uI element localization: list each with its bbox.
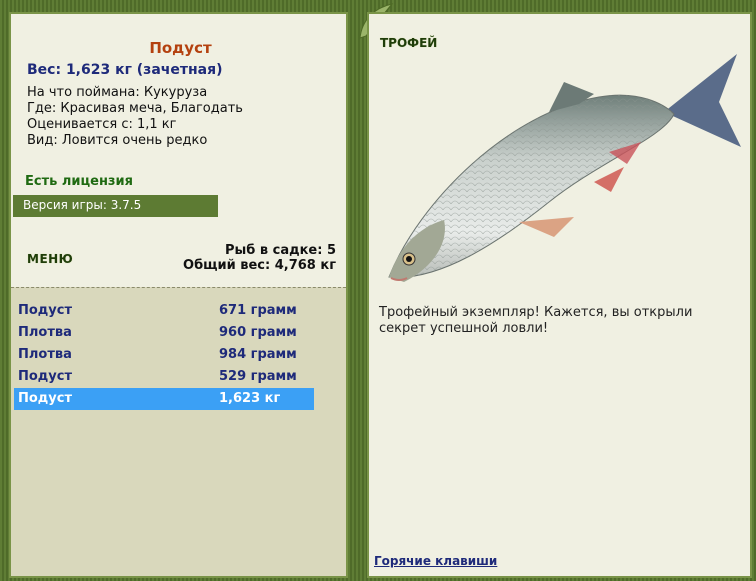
catch-name: Плотва <box>18 325 72 340</box>
license-status: Есть лицензия <box>25 174 133 189</box>
catch-name: Подуст <box>18 369 73 384</box>
list-item[interactable]: Плотва 960 грамм <box>14 322 314 344</box>
catch-name: Плотва <box>18 347 72 362</box>
bait-info: На что поймана: Кукуруза <box>27 85 208 100</box>
location-info: Где: Красивая меча, Благодать <box>27 101 243 116</box>
score-threshold-info: Оценивается с: 1,1 кг <box>27 117 177 132</box>
trophy-message: Трофейный экземпляр! Кажется, вы открыли… <box>379 305 693 336</box>
rarity-info: Вид: Ловится очень редко <box>27 133 208 148</box>
catch-weight-value: 984 грамм <box>219 347 297 362</box>
catch-weight-value: 671 грамм <box>219 303 297 318</box>
catch-weight: Вес: 1,623 кг (зачетная) <box>27 62 223 78</box>
catch-weight-value: 960 грамм <box>219 325 297 340</box>
keep-net-stats: Рыб в садке: 5 Общий вес: 4,768 кг <box>183 243 336 273</box>
menu-button[interactable]: МЕНЮ <box>27 252 73 266</box>
trophy-panel: ТРОФЕЙ Трофейный экземпляр! Кажется, вы … <box>367 12 752 578</box>
keep-count: Рыб в садке: 5 <box>224 243 336 258</box>
catch-title: Подуст <box>149 39 212 57</box>
list-item[interactable]: Подуст 671 грамм <box>14 300 314 322</box>
catch-list: Подуст 671 грамм Плотва 960 грамм Плотва… <box>11 287 346 576</box>
list-item[interactable]: Плотва 984 грамм <box>14 344 314 366</box>
hotkeys-link[interactable]: Горячие клавиши <box>374 554 497 568</box>
catch-info-panel: Подуст Вес: 1,623 кг (зачетная) На что п… <box>9 12 348 578</box>
list-item[interactable]: Подуст 529 грамм <box>14 366 314 388</box>
catch-weight-value: 529 грамм <box>219 369 297 384</box>
total-weight: Общий вес: 4,768 кг <box>183 258 336 273</box>
fish-trophy-image <box>388 54 741 282</box>
list-item-selected[interactable]: Подуст 1,623 кг <box>14 388 314 410</box>
catch-name: Подуст <box>18 303 73 318</box>
catch-weight-value: 1,623 кг <box>219 391 281 406</box>
catch-name: Подуст <box>18 391 73 406</box>
version-bar: Версия игры: 3.7.5 <box>13 195 218 217</box>
